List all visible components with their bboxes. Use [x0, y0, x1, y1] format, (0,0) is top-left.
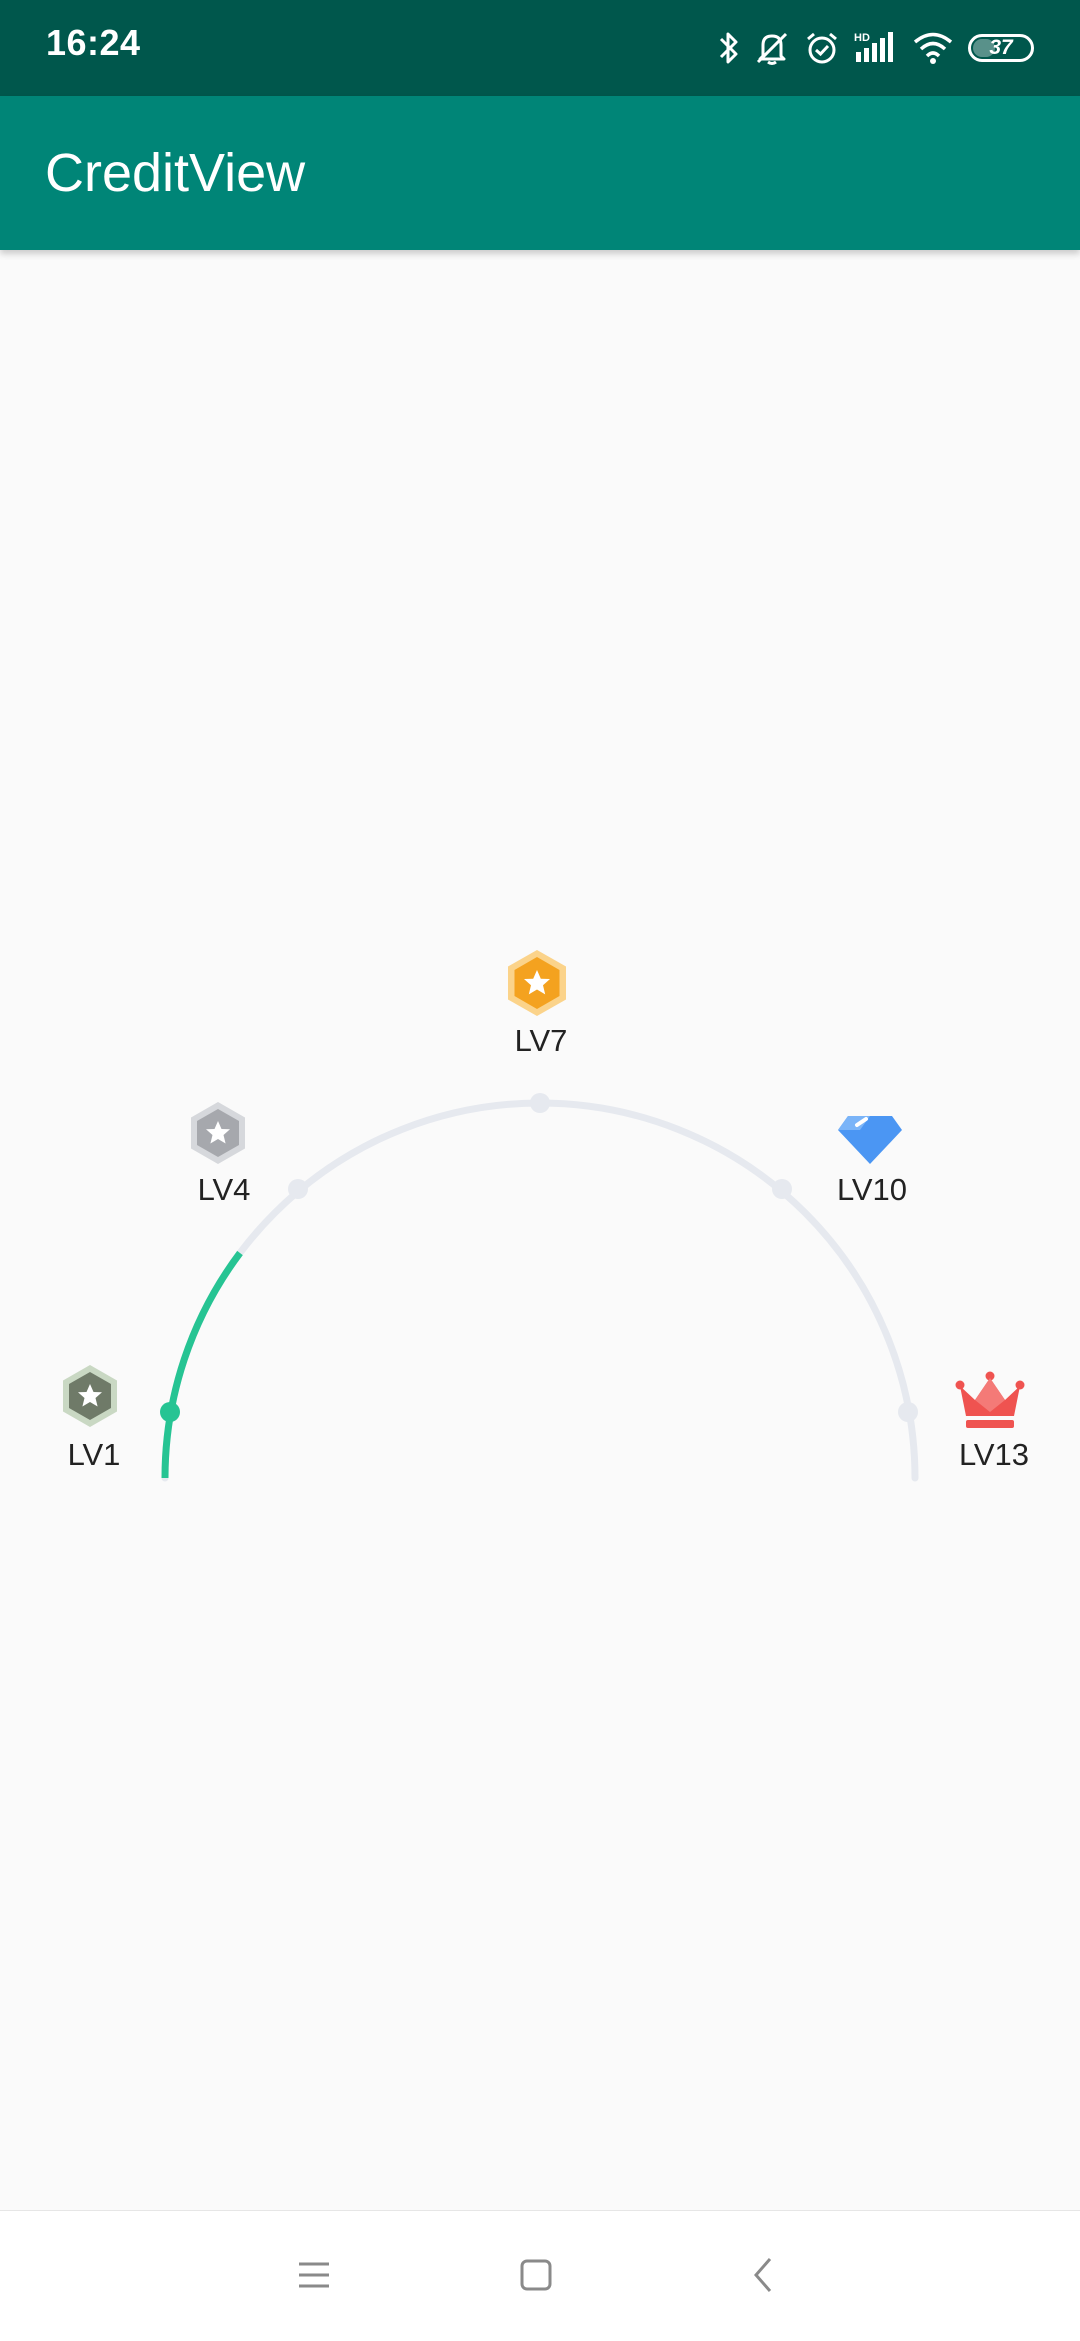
app-title: CreditView	[45, 143, 306, 203]
menu-button[interactable]	[284, 2245, 344, 2305]
battery-icon: 37	[968, 34, 1034, 62]
menu-icon	[299, 2262, 329, 2288]
level-label-lv10: LV10	[837, 1172, 907, 1207]
level-marker-lv4	[288, 1179, 308, 1199]
navigation-bar	[0, 2210, 1080, 2341]
status-time: 16:24	[46, 22, 141, 63]
back-button[interactable]	[734, 2245, 794, 2305]
hd-signal-icon: HD	[854, 30, 898, 66]
gray-hexagon-star-badge-icon	[63, 1365, 117, 1427]
level-label-lv1: LV1	[68, 1437, 121, 1472]
blue-diamond-icon	[838, 1116, 902, 1164]
silver-hexagon-star-badge-icon	[191, 1102, 245, 1164]
status-bar: 16:24 HD 37	[0, 0, 1080, 96]
level-label-lv4: LV4	[198, 1172, 251, 1207]
red-crown-icon	[955, 1371, 1025, 1428]
home-button[interactable]	[506, 2245, 566, 2305]
back-icon	[754, 2258, 772, 2292]
status-icons: HD 37	[718, 24, 1034, 72]
app-bar: CreditView	[0, 96, 1080, 250]
svg-text:HD: HD	[854, 32, 870, 44]
battery-level: 37	[989, 36, 1013, 59]
level-marker-lv13	[898, 1402, 918, 1422]
home-icon	[520, 2259, 552, 2291]
alarm-icon	[804, 30, 840, 66]
credit-view: LV1 LV4 LV7 LV10 LV13	[0, 250, 1080, 2210]
level-marker-lv1	[160, 1402, 180, 1422]
gauge-track	[161, 1099, 919, 1482]
gold-hexagon-star-badge-icon	[508, 950, 566, 1016]
vibrate-off-icon	[754, 30, 790, 66]
level-marker-lv7	[530, 1093, 550, 1113]
gauge-progress	[161, 1250, 243, 1479]
level-label-lv7: LV7	[515, 1023, 568, 1058]
wifi-icon	[912, 30, 954, 66]
credit-gauge: LV1 LV4 LV7 LV10 LV13	[63, 950, 1029, 1482]
bluetooth-icon	[718, 30, 740, 66]
level-label-lv13: LV13	[959, 1437, 1029, 1472]
level-marker-lv10	[772, 1179, 792, 1199]
